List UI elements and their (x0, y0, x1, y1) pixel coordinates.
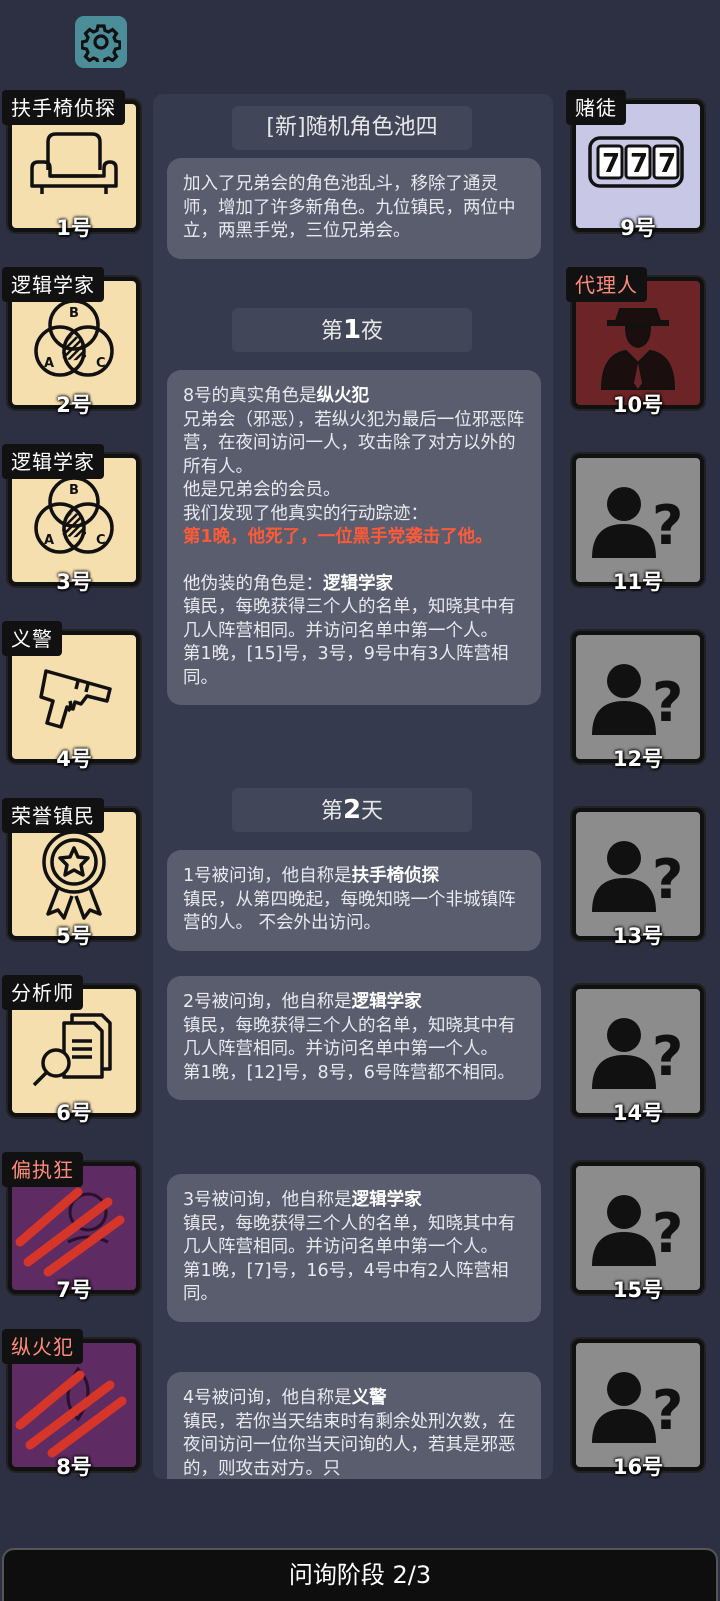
role-label: 荣誉镇民 (2, 798, 104, 833)
player-card-9[interactable]: 777 赌徒 9号 (566, 90, 704, 240)
player-card-12[interactable]: ? 12号 (572, 631, 704, 771)
player-card-2[interactable]: B A C 逻辑学家 2号 (2, 267, 140, 417)
question-message-1: 1号被问询，他自称是扶手椅侦探 镇民，从第四晚起，每晚知晓一个非城镇阵营的人。 … (167, 850, 541, 951)
player-card-15[interactable]: ? 15号 (572, 1162, 704, 1302)
question-message-4: 4号被问询，他自称是义警 镇民，若你当天结束时有剩余处刑次数，在夜间访问一位你当… (167, 1372, 541, 1479)
player-number: 10号 (612, 393, 664, 417)
player-card-1[interactable]: 扶手椅侦探 1号 (2, 90, 140, 240)
svg-text:7: 7 (602, 149, 620, 179)
player-number: 6号 (56, 1101, 92, 1125)
phase-status-bar: 问询阶段 2/3 (2, 1548, 718, 1601)
player-number: 7号 (56, 1278, 92, 1302)
role-label: 代理人 (566, 267, 647, 302)
role-label: 逻辑学家 (2, 267, 104, 302)
player-card-14[interactable]: ? 14号 (572, 985, 704, 1125)
game-log-panel[interactable]: [新]随机角色池四 加入了兄弟会的角色池乱斗，移除了通灵师，增加了许多新角色。九… (153, 94, 553, 1479)
settings-button[interactable] (75, 16, 127, 68)
svg-text:B: B (69, 306, 79, 321)
player-number: 14号 (612, 1101, 664, 1125)
svg-text:A: A (44, 533, 54, 548)
svg-text:?: ? (652, 494, 683, 557)
role-label: 扶手椅侦探 (2, 90, 125, 125)
player-card-7[interactable]: 偏执狂 7号 (2, 1152, 140, 1302)
player-number: 5号 (56, 924, 92, 948)
svg-text:?: ? (652, 1025, 683, 1088)
player-card-5[interactable]: 荣誉镇民 5号 (2, 798, 140, 948)
role-label: 逻辑学家 (2, 444, 104, 479)
svg-text:C: C (96, 356, 106, 371)
role-pool-title: [新]随机角色池四 (232, 106, 472, 150)
player-card-8[interactable]: 纵火犯 8号 (2, 1329, 140, 1479)
player-card-3[interactable]: B A C 逻辑学家 3号 (2, 444, 140, 594)
svg-text:A: A (44, 356, 54, 371)
role-pool-description: 加入了兄弟会的角色池乱斗，移除了通灵师，增加了许多新角色。九位镇民，两位中立，两… (167, 158, 541, 259)
role-label: 纵火犯 (2, 1329, 83, 1364)
player-card-6[interactable]: 分析师 6号 (2, 975, 140, 1125)
role-label: 赌徒 (566, 90, 626, 125)
svg-text:?: ? (652, 1379, 683, 1442)
svg-text:7: 7 (658, 149, 676, 179)
gear-icon (81, 24, 121, 62)
player-card-16[interactable]: ? 16号 (572, 1339, 704, 1479)
player-number: 13号 (612, 924, 664, 948)
player-number: 2号 (56, 393, 92, 417)
player-number: 16号 (612, 1455, 664, 1479)
player-card-11[interactable]: ? 11号 (572, 454, 704, 594)
question-message-2: 2号被问询，他自称是逻辑学家 镇民，每晚获得三个人的名单，知晓其中有几人阵营相同… (167, 976, 541, 1100)
player-number: 4号 (56, 747, 92, 771)
svg-text:?: ? (652, 671, 683, 734)
role-label: 义警 (2, 621, 62, 656)
player-card-13[interactable]: ? 13号 (572, 808, 704, 948)
svg-text:?: ? (652, 848, 683, 911)
role-label: 偏执狂 (2, 1152, 83, 1187)
day-2-header: 第2天 (232, 788, 472, 832)
player-number: 11号 (612, 570, 664, 594)
player-number: 12号 (612, 747, 664, 771)
svg-text:?: ? (652, 1202, 683, 1265)
player-number: 8号 (56, 1455, 92, 1479)
svg-text:B: B (69, 483, 79, 498)
player-number: 15号 (612, 1278, 664, 1302)
svg-text:C: C (96, 533, 106, 548)
svg-text:7: 7 (630, 149, 648, 179)
night-1-header: 第1夜 (232, 308, 472, 352)
role-label: 分析师 (2, 975, 83, 1010)
player-card-4[interactable]: 义警 4号 (2, 621, 140, 771)
player-number: 9号 (620, 216, 656, 240)
player-number: 1号 (56, 216, 92, 240)
question-message-3: 3号被问询，他自称是逻辑学家 镇民，每晚获得三个人的名单，知晓其中有几人阵营相同… (167, 1174, 541, 1322)
night-1-message: 8号的真实角色是纵火犯 兄弟会（邪恶），若纵火犯为最后一位邪恶阵营，在夜间访问一… (167, 370, 541, 705)
player-card-10[interactable]: 代理人 10号 (566, 267, 704, 417)
player-number: 3号 (56, 570, 92, 594)
